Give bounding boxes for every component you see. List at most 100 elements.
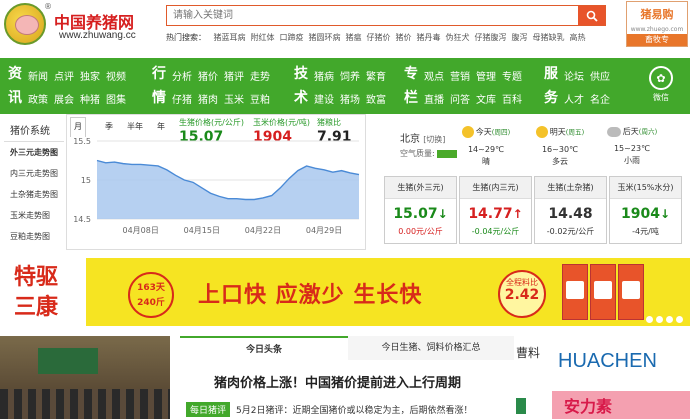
nav-link[interactable]: 走势 [250, 72, 270, 83]
search-input[interactable] [167, 6, 578, 25]
nav-link[interactable]: 政策 [28, 95, 48, 106]
nav-link[interactable]: 新闻 [28, 72, 48, 83]
banner-slogan: 上口快 应激少 生长快 [198, 282, 423, 308]
carousel-dots[interactable] [646, 313, 686, 326]
price-system-link[interactable]: 内三元走势图 [4, 163, 64, 184]
y-tick-label: 15.5 [73, 137, 91, 146]
nav-link[interactable]: 猪评 [224, 72, 244, 83]
tab-headlines[interactable]: 今日头条 [180, 336, 348, 360]
nav-link[interactable]: 人才 [564, 95, 584, 106]
carousel-dot[interactable] [676, 316, 683, 323]
arrow-up-icon: ↑ [512, 207, 523, 221]
hot-search-word[interactable]: 伪狂犬 [446, 33, 470, 42]
nav-category[interactable]: 行情 [150, 62, 168, 110]
nav-link[interactable]: 独家 [80, 72, 100, 83]
carousel-dot[interactable] [656, 316, 663, 323]
site-logo[interactable]: ® 中国养猪网 www.zhuwang.cc [4, 2, 160, 45]
nav-link[interactable]: 种猪 [80, 95, 100, 106]
nav-link[interactable]: 营销 [450, 72, 470, 83]
price-system-link[interactable]: 豆粕走势图 [4, 226, 64, 247]
price-system-link[interactable]: 土杂猪走势图 [4, 184, 64, 205]
news-item[interactable]: 每日猪评 5月2日猪评：近期全国猪价或以稳定为主，后期依然看涨！ [186, 402, 472, 417]
tab-price-summary[interactable]: 今日生猪、饲料价格汇总 [348, 336, 514, 360]
nav-link[interactable]: 猪肉 [198, 95, 218, 106]
nav-link[interactable]: 百科 [502, 95, 522, 106]
ad-banner[interactable]: 特驱 三康 163天 240斤 上口快 应激少 生长快 全程料比 2.42 [0, 258, 690, 326]
hot-search-word[interactable]: 猪丹毒 [417, 33, 441, 42]
nav-link[interactable]: 饲养 [340, 72, 360, 83]
nav-link[interactable]: 名企 [590, 95, 610, 106]
chart-period-tab[interactable]: 月 [70, 117, 86, 137]
nav-link[interactable]: 猪病 [314, 72, 334, 83]
ad-zhuyigou[interactable]: 猪易购 www.zhuego.com 畜牧专 [626, 1, 688, 47]
weixin-button[interactable]: ✿ 微信 [646, 66, 676, 110]
nav-link[interactable]: 点评 [54, 72, 74, 83]
nav-row: 分析 猪价 猪评 走势 [172, 68, 276, 83]
nav-category-char: 栏 [404, 90, 418, 106]
nav-link[interactable]: 猪场 [340, 95, 360, 106]
side-feed-label[interactable]: 曹料 [516, 344, 540, 361]
weekday-label: (周五) [565, 128, 585, 137]
nav-link[interactable]: 文库 [476, 95, 496, 106]
nav-link[interactable]: 展会 [54, 95, 74, 106]
hot-search-word[interactable]: 高热 [570, 33, 586, 42]
nav-link[interactable]: 直播 [424, 95, 444, 106]
nav-category[interactable]: 服务 [542, 62, 560, 110]
hot-search-word[interactable]: 母猪缺乳 [533, 33, 565, 42]
nav-link[interactable]: 建设 [314, 95, 334, 106]
nav-link[interactable]: 猪价 [198, 72, 218, 83]
weather-desc: 小雨 [624, 156, 640, 165]
news-photo[interactable] [0, 336, 170, 419]
hot-search-word[interactable]: 仔猪价 [367, 33, 391, 42]
price-card[interactable]: 生猪(土杂猪) 14.48 -0.02元/公斤 [534, 176, 607, 244]
chart-period-tab[interactable]: 半年 [127, 121, 143, 132]
price-system-link[interactable]: 玉米走势图 [4, 205, 64, 226]
ad-button[interactable]: 畜牧专 [627, 34, 687, 46]
ad-huacher[interactable]: HUACHEN 安力素 [552, 336, 690, 419]
feed-bag-image [618, 264, 644, 320]
price-card[interactable]: 生猪(外三元) 15.07↓ 0.00元/公斤 [384, 176, 457, 244]
nav-link[interactable]: 论坛 [564, 72, 584, 83]
x-tick-label: 04月15日 [184, 226, 220, 235]
price-card[interactable]: 玉米(15%水分) 1904↓ -4元/吨 [609, 176, 682, 244]
nav-link[interactable]: 观点 [424, 72, 444, 83]
carousel-dot[interactable] [666, 316, 673, 323]
banner-badge: 全程料比 2.42 [498, 270, 546, 318]
nav-row: 建设 猪场 致富 [314, 91, 392, 106]
hot-search-word[interactable]: 附红体 [251, 33, 275, 42]
search-button[interactable] [578, 6, 605, 25]
hot-search-word[interactable]: 猪瘟 [346, 33, 362, 42]
nav-category[interactable]: 专栏 [402, 62, 420, 110]
nav-link[interactable]: 仔猪 [172, 95, 192, 106]
nav-category[interactable]: 技术 [292, 62, 310, 110]
nav-link[interactable]: 专题 [502, 72, 522, 83]
price-system-link[interactable]: 外三元走势图 [4, 142, 64, 163]
nav-link[interactable]: 视频 [106, 72, 126, 83]
hot-search-word[interactable]: 猪价 [396, 33, 412, 42]
nav-category-char: 资 [8, 66, 22, 82]
hot-search-word[interactable]: 口蹄疫 [280, 33, 304, 42]
nav-link[interactable]: 管理 [476, 72, 496, 83]
aqi-label: 空气质量: [400, 149, 435, 158]
nav-link[interactable]: 豆粕 [250, 95, 270, 106]
nav-link[interactable]: 玉米 [224, 95, 244, 106]
city-switch-link[interactable]: [切换] [423, 135, 445, 144]
nav-link[interactable]: 致富 [366, 95, 386, 106]
hot-search-word[interactable]: 猪蓝耳病 [214, 33, 246, 42]
price-value: 14.48 [548, 206, 593, 222]
price-card[interactable]: 生猪(内三元) 14.77↑ -0.04元/公斤 [459, 176, 532, 244]
nav-link[interactable]: 分析 [172, 72, 192, 83]
nav-link[interactable]: 图集 [106, 95, 126, 106]
nav-link[interactable]: 繁育 [366, 72, 386, 83]
chart-period-tab[interactable]: 年 [157, 121, 165, 132]
nav-category[interactable]: 资讯 [6, 62, 24, 110]
carousel-dot[interactable] [646, 316, 653, 323]
news-headline[interactable]: 猪肉价格上涨！中国猪价提前进入上行周期 [214, 372, 461, 391]
hot-search-word[interactable]: 仔猪腹泻 [475, 33, 507, 42]
hot-search-word[interactable]: 腹泻 [512, 33, 528, 42]
nav-link[interactable]: 供应 [590, 72, 610, 83]
y-tick-label: 15 [81, 176, 91, 185]
nav-link[interactable]: 问答 [450, 95, 470, 106]
hot-search-word[interactable]: 猪圆环病 [309, 33, 341, 42]
chart-period-tab[interactable]: 季 [105, 121, 113, 132]
